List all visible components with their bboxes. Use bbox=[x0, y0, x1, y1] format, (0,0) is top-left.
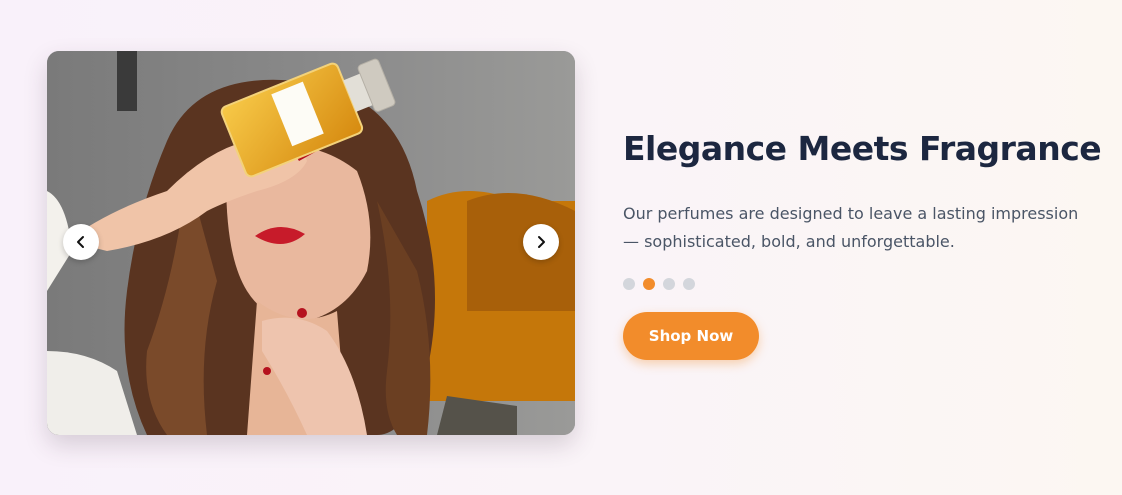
previous-slide-button[interactable] bbox=[63, 224, 99, 260]
hero-description: Our perfumes are designed to leave a las… bbox=[623, 204, 1079, 251]
hero-section: Elegance Meets Fragrance Our perfumes ar… bbox=[0, 0, 1122, 495]
chevron-left-icon bbox=[77, 236, 84, 248]
hero-content: Elegance Meets Fragrance Our perfumes ar… bbox=[623, 125, 1103, 360]
slide-dot-4[interactable] bbox=[683, 278, 695, 290]
next-slide-button[interactable] bbox=[523, 224, 559, 260]
slide-dot-3[interactable] bbox=[663, 278, 675, 290]
slide-image bbox=[47, 51, 575, 435]
shop-now-button[interactable]: Shop Now bbox=[623, 312, 759, 360]
slide-indicators bbox=[623, 278, 1103, 290]
hero-title: Elegance Meets Fragrance bbox=[623, 129, 1102, 168]
slide-dot-1[interactable] bbox=[623, 278, 635, 290]
slide-dot-2[interactable] bbox=[643, 278, 655, 290]
chevron-right-icon bbox=[538, 236, 545, 248]
image-slider bbox=[47, 51, 575, 435]
